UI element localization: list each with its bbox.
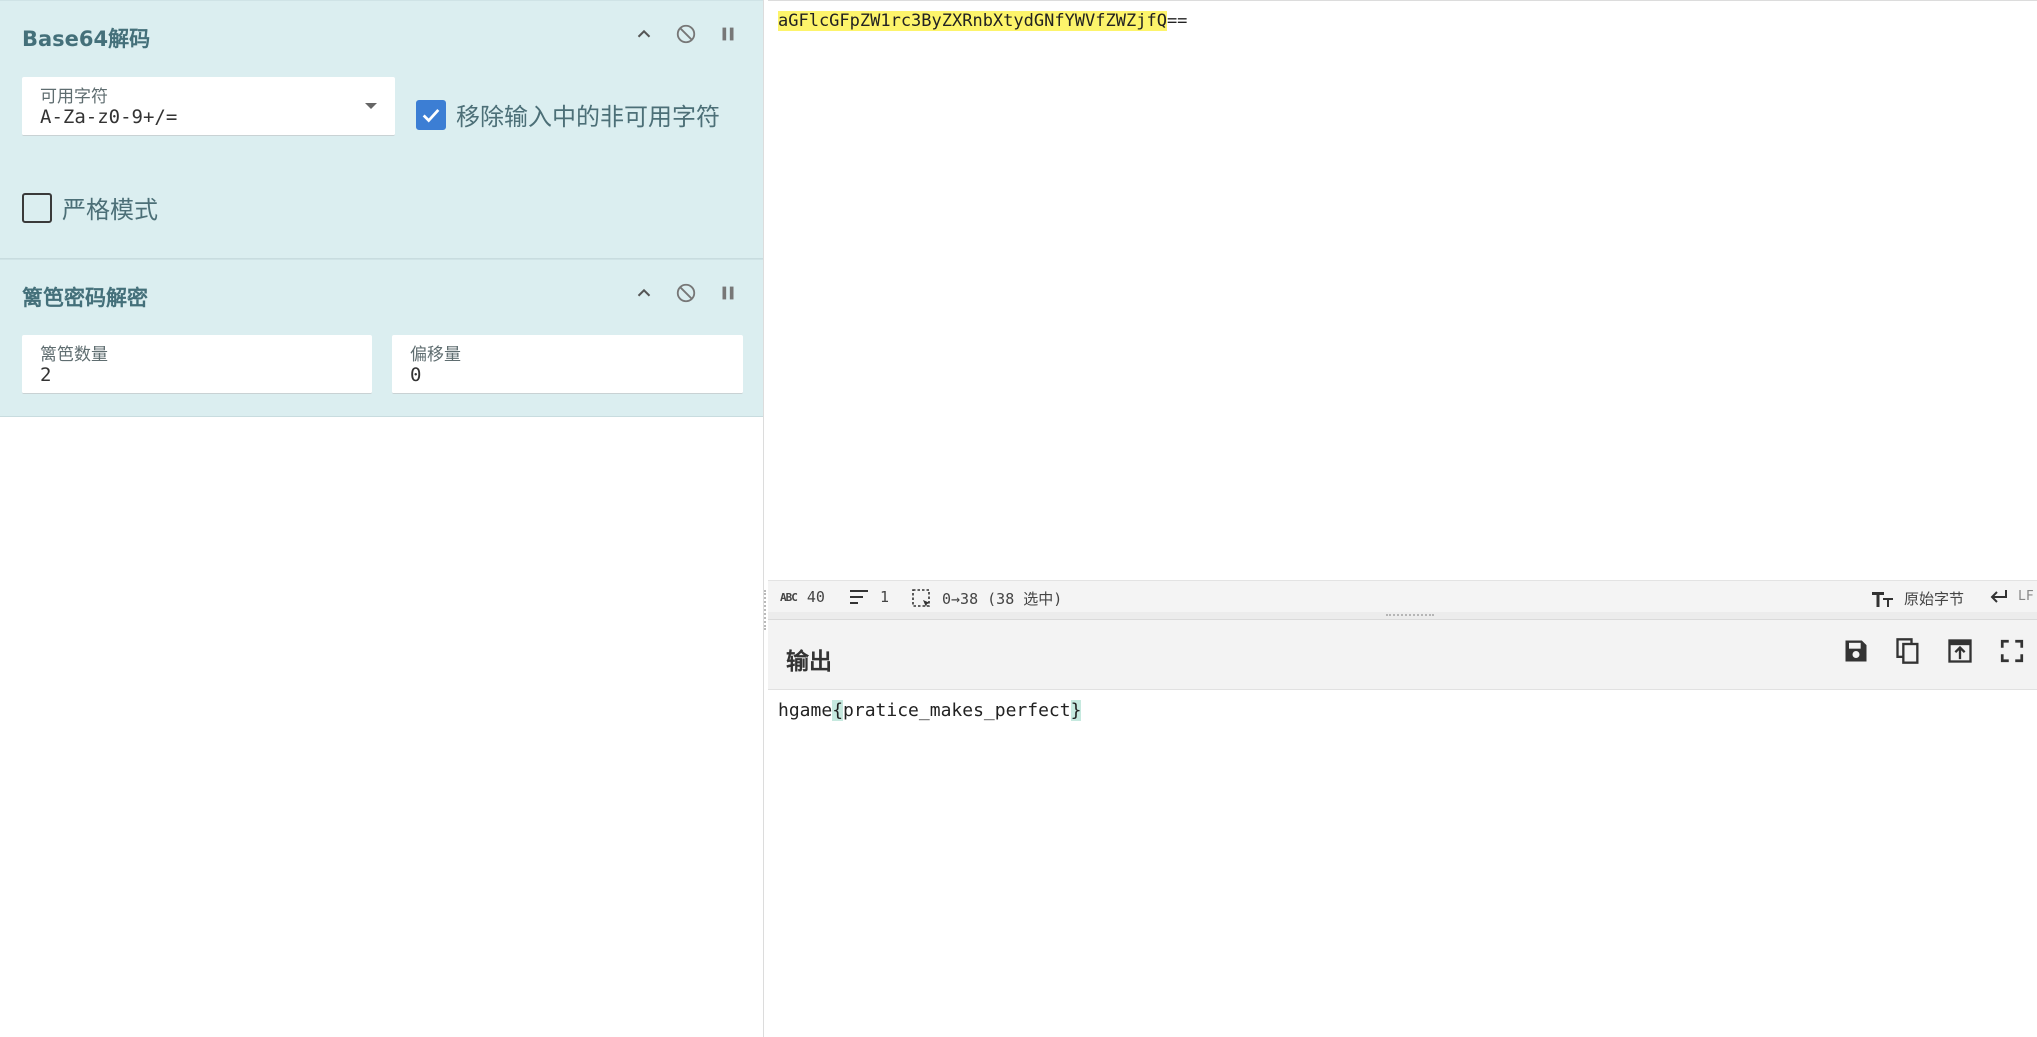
selection-value: 0→38 (38 选中) <box>942 590 1063 608</box>
selection-indicator: 0→38 (38 选中) <box>912 588 1062 609</box>
eol-button[interactable]: LF <box>1990 588 2034 604</box>
checkbox-checked-icon[interactable] <box>416 99 446 130</box>
output-text[interactable]: hgame{pratice_makes_perfect} <box>778 700 1082 721</box>
length-indicator: ABC 40 <box>780 588 825 606</box>
encoding-label: 原始字节 <box>1904 590 1965 608</box>
output-open-brace: { <box>832 700 844 721</box>
collapse-icon[interactable] <box>633 282 655 304</box>
grip-icon <box>1386 614 1434 617</box>
disable-icon[interactable] <box>675 23 697 45</box>
cyberchef-app: Base64解码 可用字符 A-Za-z0-9+/= 移除输入中的非可用字符 严… <box>0 0 2037 1037</box>
remove-nonalpha-label: 移除输入中的非可用字符 <box>456 103 720 131</box>
output-close-brace: } <box>1070 700 1082 721</box>
recipe-panel: Base64解码 可用字符 A-Za-z0-9+/= 移除输入中的非可用字符 严… <box>0 0 764 1037</box>
rails-value[interactable]: 2 <box>40 364 51 386</box>
input-text[interactable]: aGFlcGFpZW1rc3ByZXRnbXtydGNfYWVfZWZjfQ== <box>778 11 1187 31</box>
input-unselected: == <box>1166 11 1188 31</box>
io-panel: aGFlcGFpZW1rc3ByZXRnbXtydGNfYWVfZWZjfQ==… <box>768 0 2037 1037</box>
strict-mode-checkbox[interactable]: 严格模式 <box>22 190 158 225</box>
chevron-down-icon <box>365 103 377 109</box>
io-resize-handle[interactable] <box>768 612 2037 620</box>
offset-input[interactable]: 偏移量 0 <box>392 335 743 394</box>
collapse-icon[interactable] <box>633 23 655 45</box>
operation-controls <box>633 282 739 304</box>
alphabet-select[interactable]: 可用字符 A-Za-z0-9+/= <box>22 77 395 136</box>
checkbox-unchecked-icon[interactable] <box>22 192 52 223</box>
breakpoint-icon[interactable] <box>717 23 739 45</box>
selection-icon <box>912 588 930 607</box>
save-icon[interactable] <box>1841 636 1871 666</box>
operation-rail-fence-decode: 篱笆密码解密 篱笆数量 2 偏移量 0 <box>0 259 763 417</box>
output-editor[interactable]: hgame{pratice_makes_perfect} <box>768 690 2037 1037</box>
eol-label: LF <box>2018 588 2034 604</box>
output-body: pratice_makes_perfect <box>843 700 1071 721</box>
input-status-bar: ABC 40 1 0→38 (38 选中) 原始字节 LF <box>768 580 2037 612</box>
operation-base64-decode: Base64解码 可用字符 A-Za-z0-9+/= 移除输入中的非可用字符 严… <box>0 0 763 259</box>
text-size-icon <box>1872 591 1893 607</box>
output-prefix: hgame <box>778 700 833 721</box>
rails-input[interactable]: 篱笆数量 2 <box>22 335 372 394</box>
return-arrow-icon <box>1990 590 2007 603</box>
length-value: 40 <box>806 588 825 606</box>
fullscreen-icon[interactable] <box>1997 636 2027 666</box>
operation-title: Base64解码 <box>22 27 151 51</box>
breakpoint-icon[interactable] <box>717 282 739 304</box>
offset-label: 偏移量 <box>410 345 461 365</box>
output-toolbar <box>1841 636 2027 666</box>
input-editor[interactable]: aGFlcGFpZW1rc3ByZXRnbXtydGNfYWVfZWZjfQ== <box>768 0 2037 580</box>
alphabet-label: 可用字符 <box>40 87 108 107</box>
rails-label: 篱笆数量 <box>40 345 108 365</box>
lines-indicator: 1 <box>850 588 889 606</box>
disable-icon[interactable] <box>675 282 697 304</box>
remove-nonalpha-checkbox[interactable]: 移除输入中的非可用字符 <box>416 97 720 132</box>
output-header: 输出 <box>768 620 2037 690</box>
offset-value[interactable]: 0 <box>410 364 421 386</box>
strict-mode-label: 严格模式 <box>62 196 158 224</box>
operation-title: 篱笆密码解密 <box>22 286 148 310</box>
move-to-input-icon[interactable] <box>1945 636 1975 666</box>
alphabet-value: A-Za-z0-9+/= <box>40 106 178 128</box>
lines-value: 1 <box>880 588 890 606</box>
copy-icon[interactable] <box>1893 636 1923 666</box>
encoding-button[interactable]: 原始字节 <box>1872 588 1964 609</box>
operation-controls <box>633 23 739 45</box>
input-selection: aGFlcGFpZW1rc3ByZXRnbXtydGNfYWVfZWZjfQ <box>778 11 1167 31</box>
output-title: 输出 <box>786 649 832 675</box>
lines-icon <box>850 590 868 604</box>
abc-icon: ABC <box>780 590 798 604</box>
